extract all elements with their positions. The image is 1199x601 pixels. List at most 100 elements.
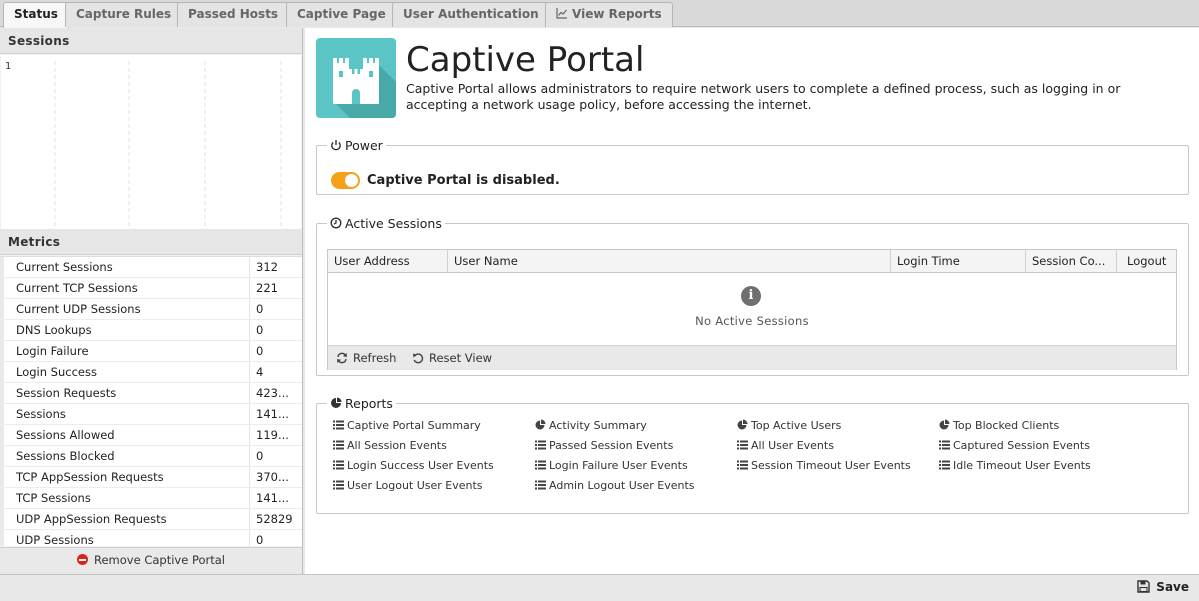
refresh-button[interactable]: Refresh: [336, 346, 396, 370]
list-icon: [737, 460, 748, 470]
report-link-label: Session Timeout User Events: [751, 459, 911, 472]
report-link[interactable]: Activity Summary: [535, 419, 647, 433]
metric-name: Current Sessions: [0, 257, 250, 277]
grid-header: User Address User Name Login Time Sessio…: [328, 250, 1176, 273]
report-link-label: Captured Session Events: [953, 439, 1090, 452]
report-link[interactable]: Admin Logout User Events: [535, 479, 695, 493]
metric-row: TCP AppSession Requests 370...: [0, 467, 302, 488]
metric-row: Session Requests 423...: [0, 383, 302, 404]
active-sessions-legend-label: Active Sessions: [345, 216, 442, 231]
tab-captive-page[interactable]: Captive Page: [286, 2, 397, 27]
active-sessions-section: Active Sessions User Address User Name L…: [316, 216, 1189, 376]
report-link[interactable]: All User Events: [737, 439, 834, 453]
column-header-logout[interactable]: Logout: [1117, 250, 1176, 272]
metric-name: Login Failure: [0, 341, 250, 361]
sessions-chart-svg: 117:50:0017:50:1517:50:3017:50:45: [5, 61, 282, 229]
list-icon: [737, 440, 748, 450]
metrics-table: Current Sessions 312 Current TCP Sessions 2…: [0, 256, 302, 546]
report-link[interactable]: Captive Portal Summary: [333, 419, 481, 433]
metric-value: 0: [256, 533, 264, 546]
metric-name: Current TCP Sessions: [0, 278, 250, 298]
list-icon: [939, 460, 950, 470]
report-link[interactable]: Login Failure User Events: [535, 459, 688, 473]
metric-value: 370...: [256, 470, 289, 484]
metric-value: 141...: [256, 491, 289, 505]
report-link[interactable]: Session Timeout User Events: [737, 459, 911, 473]
tab-label: User Authentication: [403, 7, 539, 21]
report-link-label: Captive Portal Summary: [347, 419, 481, 432]
power-icon: [331, 140, 341, 151]
list-icon: [333, 460, 344, 470]
reports-legend-label: Reports: [345, 396, 393, 411]
report-link-label: All User Events: [751, 439, 834, 452]
list-icon: [333, 480, 344, 490]
report-link-label: Login Success User Events: [347, 459, 494, 472]
metric-row: DNS Lookups 0: [0, 320, 302, 341]
report-link[interactable]: Idle Timeout User Events: [939, 459, 1091, 473]
report-link[interactable]: Captured Session Events: [939, 439, 1090, 453]
column-header-login-time[interactable]: Login Time: [891, 250, 1026, 272]
metric-value: 52829: [256, 512, 293, 526]
metric-name: Session Requests: [0, 383, 250, 403]
report-link-label: Login Failure User Events: [549, 459, 688, 472]
reset-view-button[interactable]: Reset View: [412, 346, 492, 370]
line-chart-icon: [556, 8, 567, 19]
tab-bar: Status Capture Rules Passed Hosts Captiv…: [0, 0, 1199, 28]
metric-name: Sessions Blocked: [0, 446, 250, 466]
metric-name: Sessions: [0, 404, 250, 424]
tab-user-authentication[interactable]: User Authentication: [392, 2, 550, 27]
pie-chart-icon: [331, 397, 342, 408]
metric-value: 141...: [256, 407, 289, 421]
metric-name: DNS Lookups: [0, 320, 250, 340]
column-header-user-name[interactable]: User Name: [448, 250, 891, 272]
report-link[interactable]: Login Success User Events: [333, 459, 494, 473]
metrics-panel-title: Metrics: [0, 229, 302, 255]
refresh-label: Refresh: [353, 351, 397, 365]
column-header-user-address[interactable]: User Address: [328, 250, 448, 272]
tab-passed-hosts[interactable]: Passed Hosts: [177, 2, 290, 27]
report-link-label: User Logout User Events: [347, 479, 483, 492]
report-link-label: Admin Logout User Events: [549, 479, 695, 492]
metric-name: TCP Sessions: [0, 488, 250, 508]
page-title: Captive Portal: [406, 40, 645, 80]
tab-label: Capture Rules: [76, 7, 172, 21]
metric-value: 221: [256, 281, 278, 295]
report-link[interactable]: Passed Session Events: [535, 439, 673, 453]
pie-icon: [737, 419, 748, 430]
metric-row: Current Sessions 312: [0, 257, 302, 278]
main-panel: Captive Portal Captive Portal allows adm…: [305, 28, 1199, 574]
reports-section: Reports Captive Portal Summary Activity S…: [316, 396, 1189, 514]
remove-app-button[interactable]: Remove Captive Portal: [0, 547, 302, 574]
remove-icon: [77, 554, 88, 565]
tab-view-reports[interactable]: View Reports: [545, 2, 673, 27]
report-link-label: Top Active Users: [751, 419, 842, 432]
report-link-label: Passed Session Events: [549, 439, 674, 452]
empty-state: i No Active Sessions: [328, 274, 1176, 345]
report-link[interactable]: All Session Events: [333, 439, 447, 453]
metric-row: UDP Sessions 0: [0, 530, 302, 546]
pie-icon: [535, 419, 546, 430]
power-toggle[interactable]: [331, 172, 360, 189]
metric-name: UDP AppSession Requests: [0, 509, 250, 529]
metric-row: TCP Sessions 141...: [0, 488, 302, 509]
power-legend: Power: [327, 138, 386, 153]
metric-row: UDP AppSession Requests 52829: [0, 509, 302, 530]
save-button[interactable]: Save: [1137, 575, 1189, 600]
report-link[interactable]: Top Blocked Clients: [939, 419, 1059, 433]
reset-view-label: Reset View: [429, 351, 493, 365]
grid-toolbar: Refresh Reset View: [328, 345, 1176, 370]
metric-name: TCP AppSession Requests: [0, 467, 250, 487]
list-icon: [939, 440, 950, 450]
report-link[interactable]: User Logout User Events: [333, 479, 483, 493]
report-link[interactable]: Top Active Users: [737, 419, 841, 433]
metric-row: Sessions 141...: [0, 404, 302, 425]
castle-icon: [316, 38, 396, 118]
save-icon: [1137, 580, 1150, 593]
list-icon: [535, 480, 546, 490]
metric-row: Sessions Blocked 0: [0, 446, 302, 467]
tab-status[interactable]: Status: [3, 2, 69, 28]
list-icon: [333, 440, 344, 450]
tab-label: Passed Hosts: [188, 7, 279, 21]
tab-capture-rules[interactable]: Capture Rules: [65, 2, 183, 27]
column-header-session-count[interactable]: Session Co...: [1026, 250, 1117, 272]
